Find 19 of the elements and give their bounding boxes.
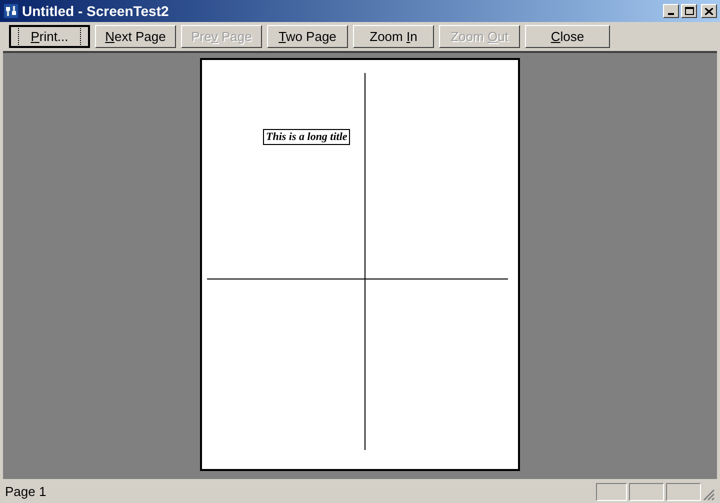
status-panel xyxy=(666,482,701,500)
close-icon xyxy=(705,8,713,14)
toolbar-button[interactable]: Zoom In xyxy=(353,25,434,48)
minimize-button[interactable] xyxy=(663,4,679,18)
status-panel xyxy=(596,482,627,500)
maximize-button[interactable] xyxy=(681,4,697,18)
close-button[interactable] xyxy=(701,4,717,18)
minimize-icon xyxy=(668,13,674,15)
toolbar-button[interactable]: Two Page xyxy=(267,25,348,48)
status-panel xyxy=(629,482,664,500)
toolbar-button[interactable]: Next Page xyxy=(95,25,176,48)
maximize-icon xyxy=(684,7,694,15)
app-icon xyxy=(3,3,19,19)
toolbar-button[interactable]: Print... xyxy=(9,25,90,48)
window-title: Untitled - ScreenTest2 xyxy=(22,2,169,20)
resize-grip-icon xyxy=(703,488,715,500)
page-title: This is a long title xyxy=(263,129,350,145)
status-text: Page 1 xyxy=(5,482,46,501)
toolbar-button[interactable]: Close xyxy=(525,25,610,48)
